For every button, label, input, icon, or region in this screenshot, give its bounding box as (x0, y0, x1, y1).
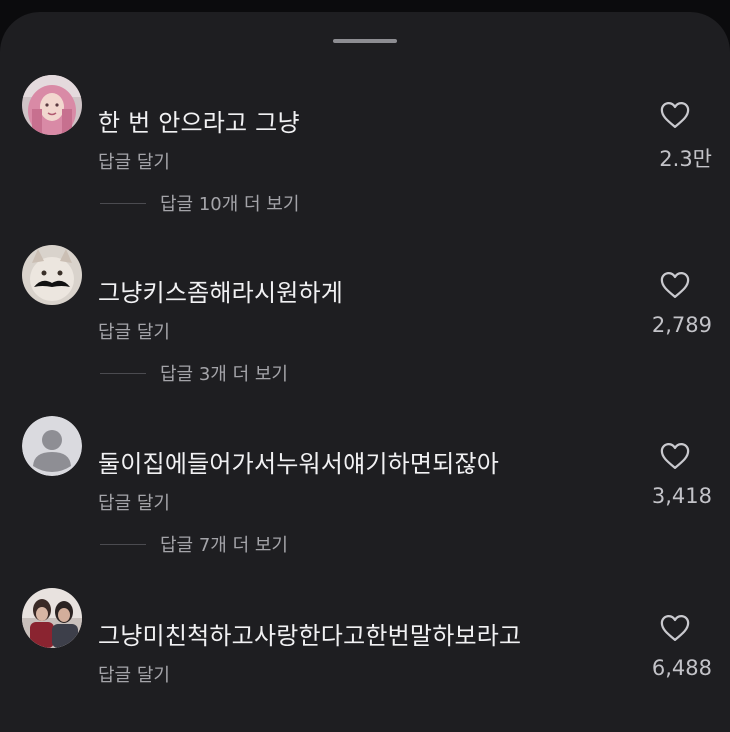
view-replies-label: 답글 3개 더 보기 (160, 364, 288, 385)
reply-button[interactable]: 답글 달기 (98, 489, 170, 515)
like-count: 2.3만 (659, 147, 712, 171)
view-replies-label: 답글 10개 더 보기 (160, 194, 300, 215)
comment-text: 한 번 안으라고 그냥 (98, 109, 300, 137)
comment-text: 둘이집에들어가서누워서얘기하면되잖아 (98, 450, 500, 478)
view-replies-button[interactable]: 답글 3개 더 보기 (100, 361, 288, 385)
heart-icon[interactable] (660, 271, 690, 299)
view-replies-button[interactable]: 답글 10개 더 보기 (100, 191, 299, 215)
divider-line (100, 372, 146, 374)
comment-text: 그냥미친척하고사랑한다고한번말하보라고 (98, 622, 522, 650)
divider-line (100, 543, 146, 545)
reply-button[interactable]: 답글 달기 (98, 318, 170, 344)
view-replies-button[interactable]: 답글 7개 더 보기 (100, 532, 288, 556)
heart-icon[interactable] (660, 614, 690, 642)
avatar[interactable] (22, 75, 82, 135)
reply-button[interactable]: 답글 달기 (98, 148, 170, 174)
like-count: 2,789 (651, 313, 712, 337)
divider-line (100, 202, 146, 204)
comments-sheet: 한 번 안으라고 그냥 답글 달기 답글 10개 더 보기 2.3만 그냥키스좀… (0, 12, 730, 732)
reply-button[interactable]: 답글 달기 (98, 661, 170, 687)
drag-handle[interactable] (333, 39, 397, 43)
avatar[interactable] (22, 245, 82, 305)
heart-icon[interactable] (660, 101, 690, 129)
view-replies-label: 답글 7개 더 보기 (160, 535, 288, 556)
comment-text: 그냥키스좀해라시원하게 (98, 279, 344, 307)
avatar[interactable] (22, 588, 82, 648)
like-count: 6,488 (651, 656, 712, 680)
like-count: 3,418 (651, 484, 712, 508)
heart-icon[interactable] (660, 442, 690, 470)
avatar[interactable] (22, 416, 82, 476)
